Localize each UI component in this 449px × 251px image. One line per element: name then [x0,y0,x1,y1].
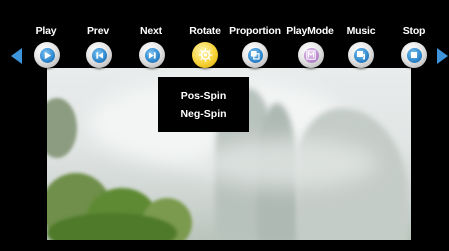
music-icon [353,47,369,63]
proportion-button[interactable] [242,42,268,68]
menu-item-pos-spin[interactable]: Pos-Spin [158,87,249,105]
playmode-button[interactable] [298,42,324,68]
next-icon [144,47,160,63]
previous-icon [91,47,107,63]
next-button[interactable] [139,42,165,68]
fog-cloud [197,138,377,188]
rotate-label: Rotate [189,25,221,37]
rotate-button[interactable] [192,42,218,68]
play-button[interactable] [34,42,60,68]
stop-button[interactable] [401,42,427,68]
next-label: Next [140,25,162,37]
prev-button[interactable] [86,42,112,68]
rotate-dropdown-menu: Pos-Spin Neg-Spin [158,77,249,132]
proportion-label: Proportion [229,25,281,37]
proportion-icon [247,47,263,63]
play-label: Play [35,25,57,37]
stop-label: Stop [402,25,426,37]
menu-item-neg-spin[interactable]: Neg-Spin [158,105,249,123]
playmode-icon [303,47,319,63]
rotate-icon [198,48,213,63]
playmode-label: PlayMode [286,25,334,37]
scroll-left-arrow-icon[interactable] [11,48,22,64]
play-icon [39,47,55,63]
prev-label: Prev [87,25,109,37]
tree-foliage [47,98,77,158]
music-label: Music [346,25,376,37]
stop-icon [406,47,422,63]
slideshow-screen: Play Prev Next Rotate Proportion PlayMod… [0,0,449,251]
scroll-right-arrow-icon[interactable] [437,48,448,64]
music-button[interactable] [348,42,374,68]
